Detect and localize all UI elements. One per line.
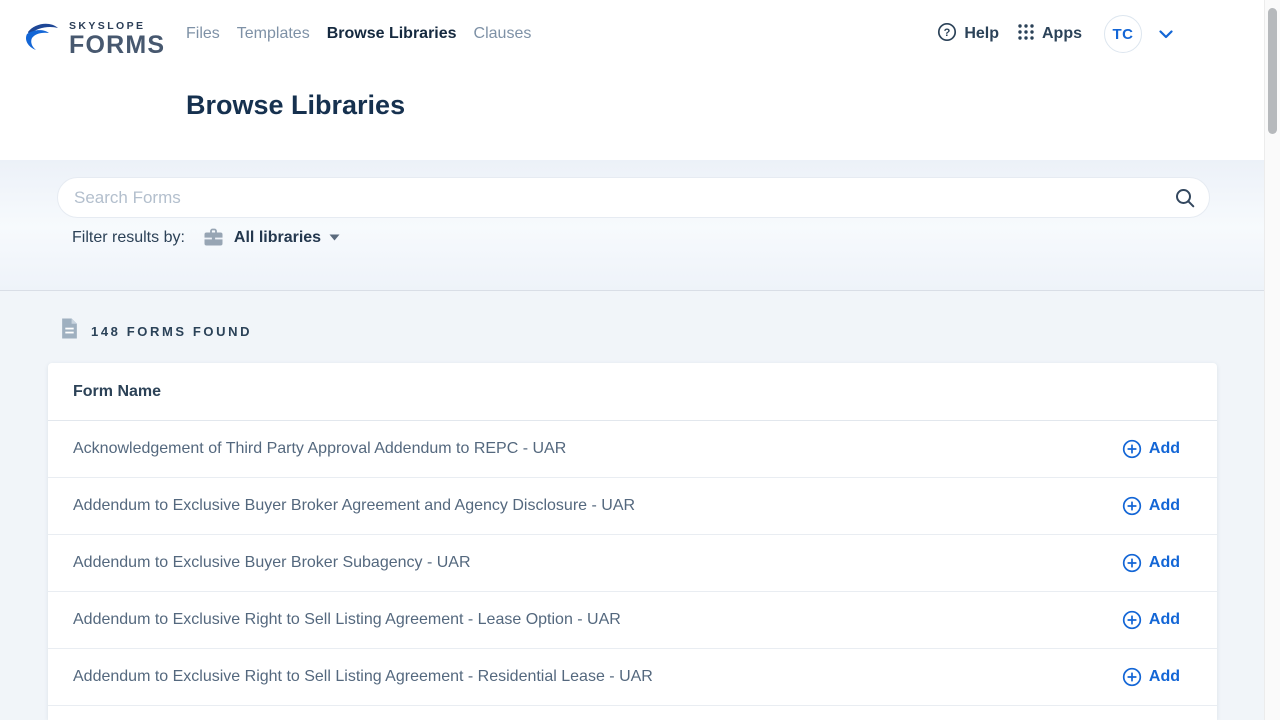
table-header-form-name: Form Name bbox=[48, 363, 1217, 421]
skyslope-swoosh-icon bbox=[22, 19, 62, 60]
search-section: Filter results by: All libraries bbox=[0, 160, 1280, 291]
svg-text:?: ? bbox=[944, 27, 951, 39]
table-row: Addendum to Exclusive Right to Sell List… bbox=[48, 649, 1217, 706]
document-icon bbox=[61, 318, 78, 344]
plus-circle-icon bbox=[1122, 553, 1142, 573]
table-row: Addendum to Exclusive Right to Sell List… bbox=[48, 592, 1217, 649]
forms-table: Form Name Acknowledgement of Third Party… bbox=[48, 363, 1217, 720]
add-form-button[interactable]: Add bbox=[1122, 553, 1180, 573]
forms-results-section: 148 FORMS FOUND Form Name Acknowledgemen… bbox=[0, 291, 1280, 720]
main-nav: Files Templates Browse Libraries Clauses bbox=[186, 25, 531, 43]
nav-item-files[interactable]: Files bbox=[186, 25, 220, 43]
add-label: Add bbox=[1149, 611, 1180, 629]
form-name: Addendum to Exclusive Right to Sell List… bbox=[73, 668, 653, 686]
caret-down-icon bbox=[329, 234, 340, 241]
table-row: Acknowledgement of Third Party Approval … bbox=[48, 421, 1217, 478]
skyslope-forms-logo[interactable]: SKYSLOPE FORMS bbox=[22, 19, 165, 60]
add-form-button[interactable]: Add bbox=[1122, 667, 1180, 687]
page-scrollbar[interactable] bbox=[1264, 0, 1280, 720]
help-button[interactable]: ? Help bbox=[937, 22, 999, 47]
add-label: Add bbox=[1149, 440, 1180, 458]
filter-value: All libraries bbox=[234, 229, 321, 247]
results-header: 148 FORMS FOUND bbox=[61, 318, 252, 344]
briefcase-icon bbox=[203, 228, 224, 247]
plus-circle-icon bbox=[1122, 439, 1142, 459]
apps-label: Apps bbox=[1042, 25, 1082, 43]
help-label: Help bbox=[964, 25, 999, 43]
logo-text: SKYSLOPE FORMS bbox=[69, 20, 165, 60]
plus-circle-icon bbox=[1122, 496, 1142, 516]
account-menu-chevron-down-icon[interactable] bbox=[1159, 30, 1173, 39]
add-form-button[interactable]: Add bbox=[1122, 610, 1180, 630]
search-bar bbox=[57, 177, 1210, 218]
add-label: Add bbox=[1149, 668, 1180, 686]
forms-found-count: 148 FORMS FOUND bbox=[91, 324, 252, 339]
form-name: Addendum to Exclusive Buyer Broker Subag… bbox=[73, 554, 471, 572]
help-icon: ? bbox=[937, 22, 957, 47]
apps-button[interactable]: Apps bbox=[1017, 23, 1082, 46]
plus-circle-icon bbox=[1122, 610, 1142, 630]
add-label: Add bbox=[1149, 497, 1180, 515]
add-form-button[interactable]: Add bbox=[1122, 439, 1180, 459]
add-form-button[interactable]: Add bbox=[1122, 496, 1180, 516]
form-name: Addendum to Exclusive Right to Sell List… bbox=[73, 611, 621, 629]
page-title: Browse Libraries bbox=[186, 90, 405, 121]
filter-label: Filter results by: bbox=[72, 229, 185, 247]
app-header: SKYSLOPE FORMS Files Templates Browse Li… bbox=[0, 0, 1280, 160]
apps-grid-icon bbox=[1017, 23, 1035, 46]
nav-item-browse-libraries[interactable]: Browse Libraries bbox=[327, 25, 457, 43]
logo-skyslope-label: SKYSLOPE bbox=[69, 20, 165, 32]
table-row: Addendum to Exclusive Buyer Broker Agree… bbox=[48, 478, 1217, 535]
library-filter-dropdown[interactable]: All libraries bbox=[203, 228, 340, 247]
add-label: Add bbox=[1149, 554, 1180, 572]
form-name: Acknowledgement of Third Party Approval … bbox=[73, 440, 566, 458]
filter-row: Filter results by: All libraries bbox=[72, 228, 340, 247]
nav-item-clauses[interactable]: Clauses bbox=[474, 25, 532, 43]
table-row: Addendum to Exclusive Buyer Broker Subag… bbox=[48, 535, 1217, 592]
form-name: Addendum to Exclusive Buyer Broker Agree… bbox=[73, 497, 635, 515]
search-input[interactable] bbox=[58, 188, 1174, 208]
scrollbar-thumb[interactable] bbox=[1268, 8, 1277, 134]
nav-item-templates[interactable]: Templates bbox=[237, 25, 310, 43]
search-icon[interactable] bbox=[1174, 187, 1196, 209]
logo-forms-label: FORMS bbox=[69, 32, 165, 58]
header-actions: ? Help Apps TC bbox=[937, 14, 1173, 54]
plus-circle-icon bbox=[1122, 667, 1142, 687]
user-avatar[interactable]: TC bbox=[1104, 15, 1142, 53]
